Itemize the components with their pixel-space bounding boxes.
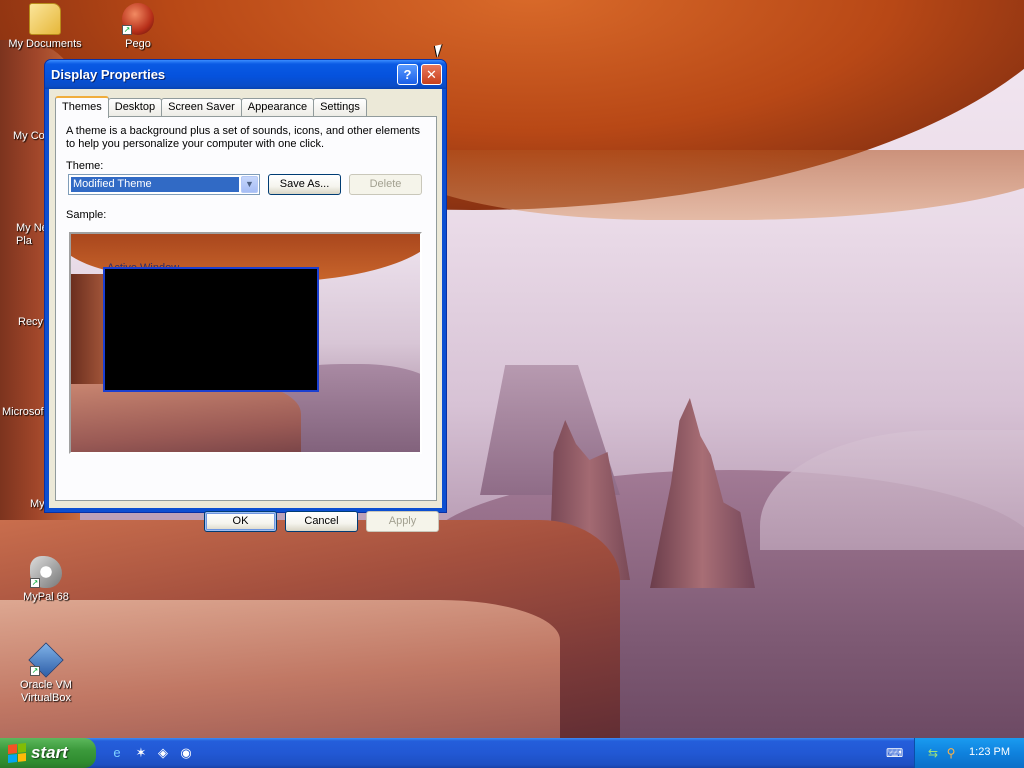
- mypal-icon[interactable]: ◉: [177, 744, 195, 762]
- help-button[interactable]: ?: [397, 64, 418, 85]
- sample-label: Sample:: [66, 209, 107, 221]
- themes-panel: A theme is a background plus a set of so…: [55, 116, 437, 501]
- theme-dropdown-value: Modified Theme: [71, 177, 239, 192]
- window-titlebar[interactable]: Display Properties ? ✕: [45, 60, 446, 89]
- wallpaper-ledge: [0, 600, 560, 738]
- taskbar-clock[interactable]: 1:23 PM: [969, 746, 1010, 758]
- shortcut-arrow-icon: ↗: [30, 578, 40, 588]
- keyboard-icon[interactable]: ⌨: [886, 746, 903, 760]
- desktop-icon-label: MyPal 68: [23, 591, 69, 603]
- theme-dropdown[interactable]: Modified Theme ▼: [68, 174, 260, 195]
- virtualbox-icon: ↗: [28, 642, 64, 678]
- internet-explorer-icon[interactable]: e: [108, 744, 126, 762]
- tab-desktop[interactable]: Desktop: [107, 98, 163, 117]
- chevron-down-icon[interactable]: ▼: [241, 176, 258, 193]
- sample-background-ledge: [71, 384, 301, 452]
- ok-button[interactable]: OK: [204, 511, 277, 532]
- sample-active-window: [103, 267, 319, 392]
- theme-sample-preview: Active Window: [69, 232, 422, 454]
- desktop-icon-my-documents[interactable]: My Documents: [7, 3, 83, 51]
- tab-strip: Themes Desktop Screen Saver Appearance S…: [55, 96, 367, 118]
- pego-app-icon: ↗: [122, 3, 154, 35]
- start-label: start: [31, 743, 68, 762]
- desktop-icon-mypal[interactable]: ↗ MyPal 68: [8, 556, 84, 604]
- tab-themes[interactable]: Themes: [55, 96, 109, 118]
- system-tray: ⇆ ⚲ 1:23 PM: [914, 738, 1024, 768]
- windows-flag-icon: [8, 743, 26, 763]
- dialog-client-area: Themes Desktop Screen Saver Appearance S…: [49, 89, 442, 532]
- desktop-icon-label: Oracle VM VirtualBox: [20, 679, 72, 704]
- cancel-button[interactable]: Cancel: [285, 511, 358, 532]
- desktop-icon-virtualbox[interactable]: ↗ Oracle VM VirtualBox: [8, 642, 84, 705]
- wallpaper-haze: [760, 430, 1024, 550]
- tab-appearance[interactable]: Appearance: [240, 98, 315, 117]
- theme-description: A theme is a background plus a set of so…: [66, 125, 421, 150]
- shortcut-arrow-icon: ↗: [122, 25, 132, 35]
- taskbar: start e ✶ ◈ ◉ ⌨ ⇆ ⚲ 1:23 PM: [0, 738, 1024, 768]
- help-icon: ?: [403, 67, 412, 82]
- window-title: Display Properties: [51, 67, 166, 82]
- mypal-browser-icon: ↗: [30, 556, 62, 588]
- virtualbox-icon[interactable]: ◈: [154, 744, 172, 762]
- start-button[interactable]: start: [0, 738, 96, 768]
- display-properties-window: Display Properties ? ✕ Themes Desktop Sc…: [44, 59, 447, 532]
- tab-screen-saver[interactable]: Screen Saver: [161, 98, 242, 117]
- shortcut-arrow-icon: ↗: [30, 666, 40, 676]
- theme-label: Theme:: [66, 160, 104, 172]
- save-as-button[interactable]: Save As...: [268, 174, 341, 195]
- desktop-icon-label: My Documents: [8, 38, 82, 50]
- apply-button[interactable]: Apply: [366, 511, 439, 532]
- media-icon[interactable]: ✶: [132, 744, 150, 762]
- delete-button[interactable]: Delete: [349, 174, 422, 195]
- network-icon[interactable]: ⇆: [925, 745, 941, 761]
- desktop-icon-label: Pego: [125, 38, 151, 50]
- close-button[interactable]: ✕: [421, 64, 442, 85]
- close-icon: ✕: [426, 67, 437, 82]
- folder-documents-icon: [29, 3, 61, 35]
- tab-settings[interactable]: Settings: [313, 98, 367, 117]
- search-icon[interactable]: ⚲: [943, 745, 959, 761]
- desktop-icon-pego[interactable]: ↗ Pego: [100, 3, 176, 51]
